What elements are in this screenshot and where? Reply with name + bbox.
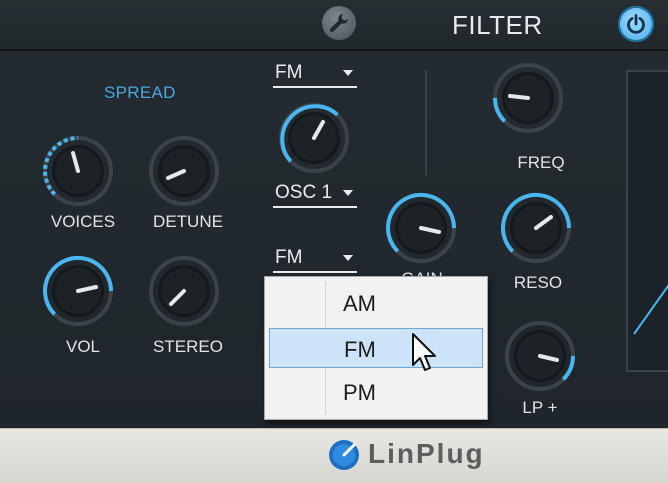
brand-logo: LinPlug bbox=[368, 438, 485, 469]
stereo-knob[interactable] bbox=[146, 253, 222, 329]
chevron-down-icon bbox=[343, 255, 353, 261]
wrench-icon[interactable] bbox=[322, 6, 356, 40]
mod-mode-dropdown-2[interactable]: FM bbox=[273, 247, 357, 273]
chevron-down-icon bbox=[343, 190, 353, 196]
menu-item-pm[interactable]: PM bbox=[269, 372, 483, 412]
filter-header: FILTER bbox=[0, 0, 668, 51]
filter-type-label: LP + bbox=[522, 398, 558, 417]
menu-item-am[interactable]: AM bbox=[269, 283, 483, 323]
stereo-label: STEREO bbox=[153, 337, 223, 356]
filter-type-knob[interactable] bbox=[502, 318, 578, 394]
osc-source-value: OSC 1 bbox=[275, 182, 333, 203]
menu-item-label: FM bbox=[344, 337, 376, 362]
mode-popup-menu: AM FM PM bbox=[264, 276, 488, 420]
detune-label: DETUNE bbox=[153, 212, 223, 231]
linplug-logo-icon bbox=[329, 440, 359, 470]
reso-knob[interactable] bbox=[498, 190, 574, 266]
osc-source-dropdown[interactable]: OSC 1 bbox=[273, 182, 357, 208]
fm-amount-knob[interactable] bbox=[276, 100, 352, 176]
power-icon[interactable] bbox=[618, 6, 654, 42]
divider bbox=[425, 70, 427, 175]
filter-response-graph bbox=[626, 70, 668, 372]
mouse-cursor-icon bbox=[412, 333, 436, 371]
gain-knob[interactable] bbox=[383, 190, 459, 266]
vol-label: VOL bbox=[65, 337, 101, 356]
voices-label: VOICES bbox=[50, 212, 116, 231]
freq-knob[interactable] bbox=[490, 60, 566, 136]
vol-knob[interactable] bbox=[40, 253, 116, 329]
mod-mode-value: FM bbox=[275, 62, 303, 83]
voices-knob[interactable] bbox=[40, 133, 116, 209]
mod-mode-2-value: FM bbox=[275, 247, 303, 268]
menu-item-label: AM bbox=[343, 291, 376, 316]
menu-item-label: PM bbox=[343, 380, 376, 405]
section-title: FILTER bbox=[452, 10, 543, 40]
reso-label: RESO bbox=[513, 273, 563, 292]
detune-knob[interactable] bbox=[146, 133, 222, 209]
chevron-down-icon bbox=[343, 70, 353, 76]
menu-item-fm[interactable]: FM bbox=[269, 328, 483, 368]
spread-label: SPREAD bbox=[104, 83, 176, 102]
freq-label: FREQ bbox=[517, 153, 565, 172]
mod-mode-dropdown[interactable]: FM bbox=[273, 62, 357, 88]
